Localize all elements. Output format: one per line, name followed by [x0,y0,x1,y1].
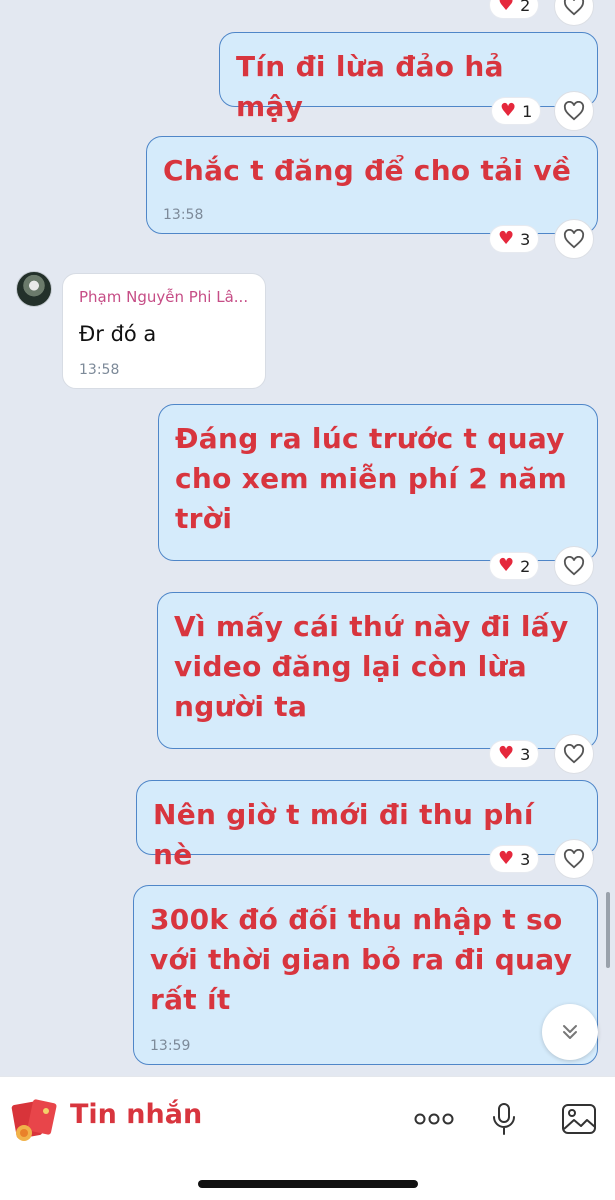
more-button[interactable] [412,1097,456,1141]
heart-icon: ♥ [498,555,515,576]
message-text: Đr đó a [79,322,157,346]
like-outline-icon [563,0,585,16]
like-button[interactable] [554,91,594,131]
reaction-pill[interactable]: ♥ 3 [490,226,539,252]
message-time: 13:58 [163,207,204,223]
scroll-to-bottom-button[interactable] [542,1004,598,1060]
outgoing-message[interactable]: 300k đó đối thu nhập t so với thời gian … [133,885,598,1065]
outgoing-message[interactable]: Nên giờ t mới đi thu phí nè [136,780,598,871]
reaction-count: 2 [520,0,531,15]
reaction-pill[interactable]: ♥ 2 [490,0,539,18]
message-text: Đáng ra lúc trước t quay cho xem miễn ph… [175,422,568,535]
voice-button[interactable] [482,1097,526,1141]
avatar[interactable] [16,271,52,307]
like-outline-icon [563,229,585,249]
sticker-icon [11,1099,57,1141]
message-text: Vì mấy cái thứ này đi lấy video đăng lại… [174,610,569,723]
outgoing-message[interactable]: Đáng ra lúc trước t quay cho xem miễn ph… [158,404,598,561]
like-outline-icon [563,849,585,869]
reaction-count: 3 [520,744,531,764]
like-button[interactable] [554,546,594,586]
heart-icon: ♥ [498,848,515,869]
reaction-pill[interactable]: ♥ 1 [492,98,541,124]
scrollbar[interactable] [606,892,610,968]
reaction-count: 3 [520,229,531,249]
image-icon [562,1104,596,1134]
reaction-pill[interactable]: ♥ 3 [490,741,539,767]
like-outline-icon [563,101,585,121]
heart-icon: ♥ [498,228,515,249]
sticker-button[interactable] [10,1093,62,1145]
like-outline-icon [563,744,585,764]
chat-area[interactable]: ♥ 2 Tín đi lừa đảo hả mậy ♥ 1 Chắc t đăn… [0,0,615,1076]
heart-icon: ♥ [498,743,515,764]
like-outline-icon [563,556,585,576]
more-dots-icon [414,1113,454,1125]
outgoing-message[interactable]: Chắc t đăng để cho tải về 13:58 [146,136,598,234]
image-button[interactable] [557,1097,601,1141]
outgoing-message[interactable]: Vì mấy cái thứ này đi lấy video đăng lại… [157,592,598,749]
like-button[interactable] [554,839,594,879]
chevron-double-down-icon [563,1025,577,1039]
like-button[interactable] [554,0,594,26]
reaction-pill[interactable]: ♥ 3 [490,846,539,872]
like-button[interactable] [554,734,594,774]
microphone-icon [493,1103,515,1135]
message-time: 13:58 [79,362,120,378]
message-text: Chắc t đăng để cho tải về [163,154,572,187]
sender-name: Phạm Nguyễn Phi Lâ... [79,288,249,306]
reaction-count: 3 [520,849,531,869]
reaction-pill[interactable]: ♥ 2 [490,553,539,579]
home-indicator [198,1180,418,1188]
message-time: 13:59 [150,1038,191,1054]
reaction-count: 1 [522,101,533,121]
reaction-count: 2 [520,556,531,576]
heart-icon: ♥ [498,0,515,15]
message-input-placeholder[interactable]: Tin nhắn [70,1099,202,1130]
heart-icon: ♥ [500,100,517,121]
message-text: 300k đó đối thu nhập t so với thời gian … [150,903,573,1016]
incoming-message[interactable]: Phạm Nguyễn Phi Lâ... Đr đó a 13:58 [62,273,266,389]
like-button[interactable] [554,219,594,259]
outgoing-message[interactable]: Tín đi lừa đảo hả mậy [219,32,598,123]
